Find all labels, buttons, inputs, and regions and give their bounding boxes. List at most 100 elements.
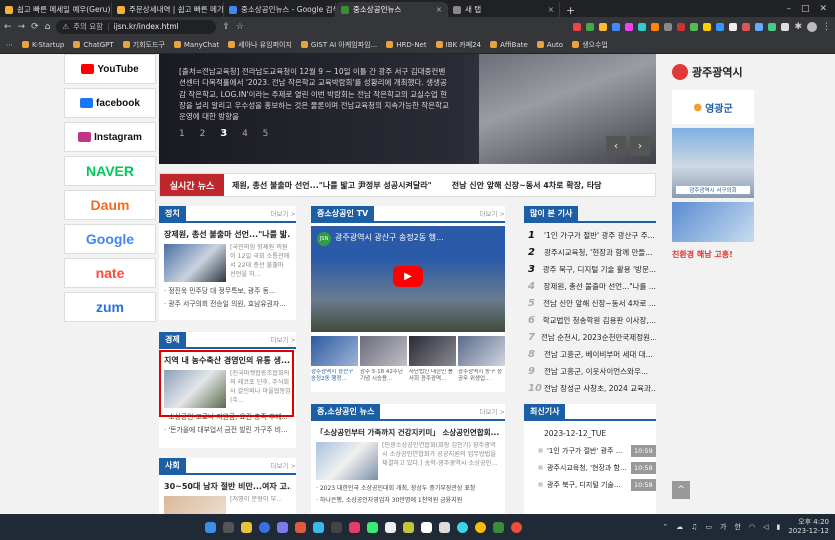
reload-icon[interactable]: ⟳: [31, 22, 39, 32]
popular-item[interactable]: 9 전남 고흥군, 이웃사이언스와우...: [524, 363, 656, 380]
video-player[interactable]: JSN 광주광역시 광산구 송정2동 행... ▶: [311, 226, 505, 332]
sns-link[interactable]: facebook: [64, 88, 156, 118]
profile-avatar[interactable]: [807, 21, 817, 32]
gwangju-banner[interactable]: 광주광역시: [672, 54, 754, 90]
extension-icon[interactable]: [768, 22, 777, 31]
promo-banner[interactable]: [672, 202, 754, 242]
app-icon[interactable]: [349, 521, 360, 533]
extension-icon[interactable]: [716, 22, 725, 31]
apps-icon[interactable]: ⋯: [6, 41, 13, 49]
chrome-icon[interactable]: [511, 521, 522, 533]
news-thumbnail[interactable]: [164, 496, 226, 514]
popular-item[interactable]: 2 광주시교육청, '현장과 함께 만들...: [524, 244, 656, 261]
extension-icon[interactable]: [612, 22, 621, 31]
news-thumbnail[interactable]: [316, 442, 378, 480]
gallery-caption[interactable]: 광주광역시 동구 청 공무 위생업...: [458, 369, 505, 385]
browser-tab[interactable]: 주문상세내역 | 쉽고 빠른 메가!×: [112, 2, 224, 17]
headline[interactable]: 「소상공인부터 가족까지 건강지키미」 소상공인연합회...: [316, 427, 500, 438]
extension-icon[interactable]: [599, 22, 608, 31]
volume-icon[interactable]: ◁: [763, 523, 768, 531]
hero-page[interactable]: 5: [263, 129, 275, 139]
app-icon[interactable]: [421, 521, 432, 533]
news-link[interactable]: · 정진욱 민주당 대 정무특보, 광주 동...: [164, 285, 291, 295]
bookmark-item[interactable]: 생으수업: [572, 40, 608, 50]
close-window-button[interactable]: ✕: [819, 4, 827, 14]
play-icon[interactable]: ▶: [393, 266, 423, 287]
browser-tab[interactable]: 쉽고 빠른 메세일 예우(Geru)×: [0, 2, 112, 17]
bookmark-item[interactable]: ManyChat: [173, 41, 219, 49]
seogu-council-banner[interactable]: 광주광역시 서구의회: [672, 128, 754, 198]
popular-item[interactable]: 4 장제원, 총선 불출마 선언..."나를 ...: [524, 278, 656, 295]
section-title[interactable]: 최신기사: [524, 404, 566, 419]
hero-prev-button[interactable]: ‹: [606, 136, 626, 156]
app-icon[interactable]: [277, 521, 288, 533]
edge-icon[interactable]: [259, 521, 270, 533]
app-icon[interactable]: [457, 521, 468, 533]
more-link[interactable]: 더보기 >: [480, 208, 505, 221]
gallery-thumbnail[interactable]: [360, 336, 407, 366]
gallery-caption[interactable]: 광주 5·18 42주년 기념 시승용...: [360, 369, 407, 385]
scroll-top-button[interactable]: ^: [672, 481, 690, 499]
more-link[interactable]: 더보기 >: [480, 406, 505, 419]
cloud-icon[interactable]: ☁: [676, 523, 683, 531]
popular-item[interactable]: 3 광주 북구, 디지털 기술 활용 '방문...: [524, 261, 656, 278]
wifi-icon[interactable]: ◠: [749, 523, 755, 531]
news-link[interactable]: · 2023 대한민국 소상공인대회 개최, 장상두 중기부장관상 표창: [316, 483, 500, 492]
section-title[interactable]: 많이 본 기사: [524, 206, 579, 221]
sns-link[interactable]: NAVER: [64, 156, 156, 186]
extension-icon[interactable]: [586, 22, 595, 31]
more-link[interactable]: 더보기 >: [271, 208, 296, 221]
home-icon[interactable]: ⌂: [45, 22, 51, 32]
back-icon[interactable]: ←: [4, 22, 12, 32]
app-icon[interactable]: [313, 521, 324, 533]
clock[interactable]: 오후 4:20 2023-12-12: [788, 518, 829, 536]
start-icon[interactable]: [205, 521, 216, 533]
extension-icon[interactable]: [755, 22, 764, 31]
latest-item[interactable]: 광주시교육청, '현장과 함... 10:58: [538, 459, 656, 476]
app-icon[interactable]: [295, 521, 306, 533]
chevron-up-icon[interactable]: ⌃: [662, 523, 668, 531]
bookmark-item[interactable]: 세아나 유임퍼이지: [228, 40, 292, 50]
sns-link[interactable]: YouTube: [64, 54, 156, 84]
popular-item[interactable]: 6 학교법인 청송학원 김용판 이사장,...: [524, 312, 656, 329]
bookmark-item[interactable]: 기회도드구: [122, 40, 165, 50]
popular-item[interactable]: 5 전남 신안 앞해 신장~동서 4차로 ...: [524, 295, 656, 312]
hero-page-current[interactable]: 3: [220, 128, 233, 139]
app-icon[interactable]: [367, 521, 378, 533]
headline[interactable]: 장제원, 총선 불출마 선언..."나를 밟...: [164, 229, 291, 240]
popular-item[interactable]: 7 전남 순천시, 2023순천만국제정원...: [524, 329, 656, 346]
chrome-icon[interactable]: [475, 521, 486, 533]
battery-icon[interactable]: ▮: [776, 523, 780, 531]
app-icon[interactable]: [439, 521, 450, 533]
extension-icon[interactable]: [651, 22, 660, 31]
forward-icon[interactable]: →: [18, 22, 26, 32]
latest-item[interactable]: '1인 가구가 절반' 광주 ... 10:59: [538, 442, 656, 459]
hero-page[interactable]: 2: [200, 129, 212, 139]
bookmark-item[interactable]: Auto: [536, 41, 563, 49]
sns-link[interactable]: nate: [64, 258, 156, 288]
gallery-caption[interactable]: 광주광역시 광산구 송정2동 행정...: [311, 369, 358, 385]
gallery-thumbnail[interactable]: [458, 336, 505, 366]
file-explorer-icon[interactable]: [241, 521, 252, 533]
popular-item[interactable]: 1 '1인 가구가 절반' 광주 광산구 주...: [524, 227, 656, 244]
browser-tab[interactable]: 새 탭 ×: [448, 2, 560, 17]
extension-icon[interactable]: [638, 22, 647, 31]
more-link[interactable]: 더보기 >: [271, 460, 296, 473]
app-icon[interactable]: [331, 521, 342, 533]
news-link[interactable]: · 하나은행, 소상공인자영업자 30만명에 1천억원 금융지원: [316, 495, 500, 504]
app-icon[interactable]: [385, 521, 396, 533]
bookmark-item[interactable]: HRD-Net: [386, 41, 427, 49]
extension-icon[interactable]: [781, 22, 790, 31]
section-title[interactable]: 경제: [159, 332, 186, 347]
ticker-item[interactable]: 제원, 총선 불출마 선언..."나를 밟고 尹정부 성공시켜달라": [224, 180, 432, 191]
hero-page[interactable]: 1: [179, 129, 191, 139]
mic-icon[interactable]: ♫: [691, 523, 697, 531]
bookmark-item[interactable]: AffiBate: [490, 41, 528, 49]
hero-page[interactable]: 4: [242, 129, 254, 139]
star-icon[interactable]: ☆: [236, 22, 244, 32]
address-bar[interactable]: ⚠ 주의 요함 | ijsn.kr/index.html: [56, 19, 217, 34]
tab-close-icon[interactable]: ×: [436, 5, 442, 14]
search-icon[interactable]: [223, 521, 234, 533]
extension-icon[interactable]: [625, 22, 634, 31]
extension-icon[interactable]: [690, 22, 699, 31]
